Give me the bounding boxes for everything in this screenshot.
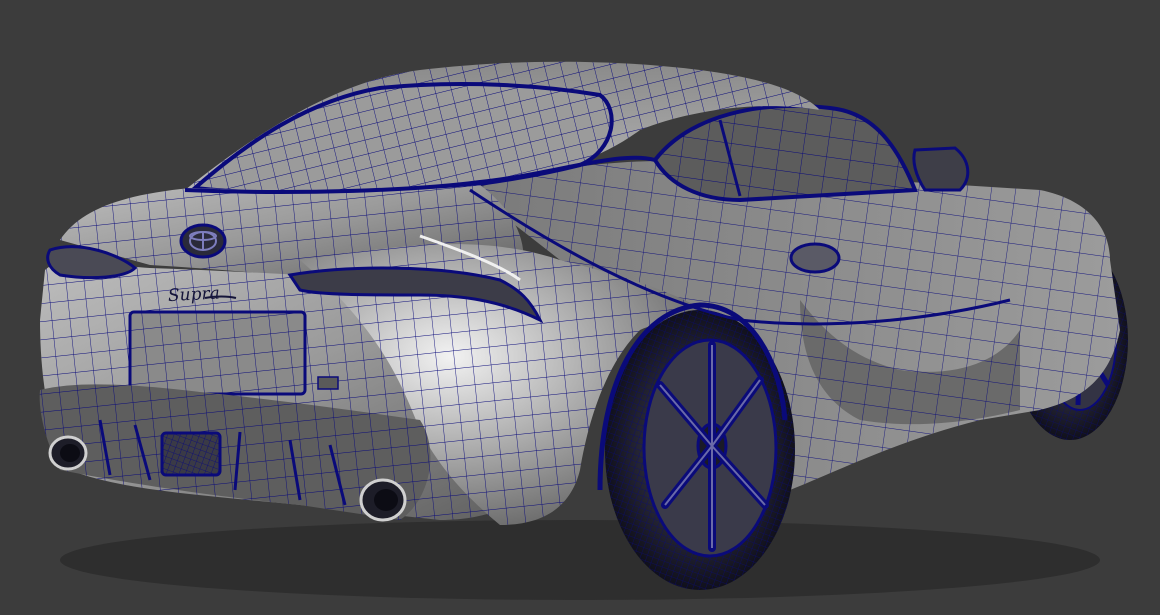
side-mirror xyxy=(912,146,970,192)
toyota-emblem-icon xyxy=(179,223,227,259)
right-exhaust-tip xyxy=(359,478,407,522)
car-wireframe-render: Supra xyxy=(39,61,1128,600)
ground-shadow xyxy=(60,520,1100,600)
left-exhaust-tip xyxy=(48,435,88,471)
door-handle xyxy=(789,242,841,274)
supra-badge-logo: Supra xyxy=(168,283,221,306)
3d-viewport[interactable]: Supra xyxy=(0,0,1160,615)
plate-light xyxy=(317,376,339,390)
